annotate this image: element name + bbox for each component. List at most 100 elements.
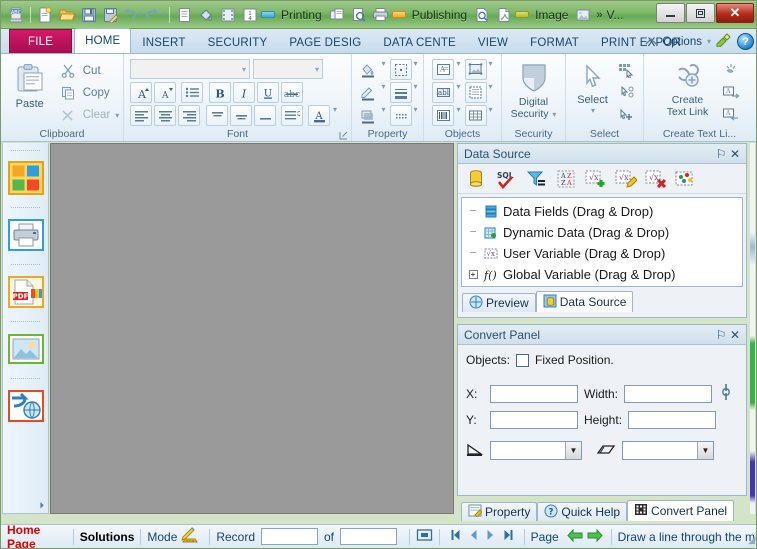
label-object-arrow[interactable]: ▾ xyxy=(456,82,460,103)
previous-text-box-button[interactable]: A xyxy=(720,104,742,125)
record-total-input[interactable] xyxy=(340,528,397,545)
record-input[interactable] xyxy=(261,528,318,545)
tab-home[interactable]: HOME xyxy=(74,28,131,53)
valign-middle-button[interactable] xyxy=(230,105,252,126)
texture-button[interactable] xyxy=(390,105,412,126)
pdf-preview-icon[interactable] xyxy=(472,5,492,25)
document-canvas[interactable] xyxy=(50,143,454,514)
fill-color-arrow[interactable]: ▾ xyxy=(381,59,385,80)
pen-color-button[interactable] xyxy=(357,82,379,103)
edit-variable-icon[interactable]: √x xyxy=(612,166,640,192)
barcode-object-arrow[interactable]: ▾ xyxy=(456,105,460,126)
fixed-position-checkbox[interactable] xyxy=(516,354,529,367)
status-home-page-link[interactable]: Home Page xyxy=(7,523,67,549)
line-weight-arrow[interactable]: ▾ xyxy=(414,82,418,103)
undo-dropdown-arrow[interactable]: ▾ xyxy=(139,10,143,19)
sidebar-item-image[interactable] xyxy=(3,325,48,375)
last-record-button[interactable] xyxy=(499,529,518,544)
border-style-button[interactable] xyxy=(390,59,412,80)
tab-preview[interactable]: Preview xyxy=(462,293,536,312)
sidebar-item-print[interactable] xyxy=(3,211,48,261)
align-right-button[interactable] xyxy=(178,105,200,126)
filter-icon[interactable] xyxy=(522,166,550,192)
chain-link-icon[interactable] xyxy=(720,381,732,406)
underline-button[interactable]: U xyxy=(257,82,279,103)
tree-item-global-variable[interactable]: + f() Global Variable (Drag & Drop) xyxy=(464,264,740,285)
options-dropdown-arrow[interactable]: ▾ xyxy=(707,37,711,46)
image-export-icon[interactable] xyxy=(573,5,593,25)
border-style-arrow[interactable]: ▾ xyxy=(414,59,418,80)
select-similar-button[interactable] xyxy=(616,83,638,104)
font-size-combo[interactable]: ▾ xyxy=(253,59,323,79)
page-next-icon[interactable] xyxy=(585,529,605,545)
options-menu-label[interactable]: Options xyxy=(662,36,702,48)
undo-icon[interactable]: ▾ xyxy=(123,5,143,25)
database-icon[interactable] xyxy=(462,166,490,192)
tab-quick-help[interactable]: ? Quick Help xyxy=(537,502,627,521)
image-object-button[interactable] xyxy=(465,59,487,80)
printer-icon[interactable] xyxy=(371,5,391,25)
select-objects-button[interactable] xyxy=(616,60,638,81)
valign-bottom-button[interactable] xyxy=(254,105,276,126)
tab-convert-panel[interactable]: Convert Panel xyxy=(627,500,734,521)
sidebar-item-web[interactable] xyxy=(3,382,48,432)
tab-page-design[interactable]: PAGE DESIG xyxy=(278,31,372,53)
data-source-close-icon[interactable]: ✕ xyxy=(728,147,742,161)
list-object-button[interactable] xyxy=(465,82,487,103)
cut-button[interactable]: Cut xyxy=(57,60,120,82)
redo-dropdown-arrow[interactable]: ▾ xyxy=(161,10,165,19)
line-weight-button[interactable] xyxy=(390,82,412,103)
help-button[interactable]: ? xyxy=(737,33,754,50)
font-color-button[interactable]: A xyxy=(308,105,330,126)
delete-variable-icon[interactable]: √x xyxy=(642,166,670,192)
image-object-arrow[interactable]: ▾ xyxy=(489,59,493,80)
sidebar-item-pdf[interactable]: PDF xyxy=(3,268,48,318)
align-left-button[interactable] xyxy=(130,105,152,126)
create-text-link-button[interactable]: CreateText Link xyxy=(658,58,718,118)
barcode-object-button[interactable] xyxy=(432,105,454,126)
height-input[interactable] xyxy=(628,411,716,429)
fit-page-icon[interactable] xyxy=(416,528,433,545)
open-folder-icon[interactable] xyxy=(57,5,77,25)
tab-insert[interactable]: INSERT xyxy=(131,31,196,53)
tab-security[interactable]: SECURITY xyxy=(197,31,279,53)
text-object-arrow[interactable]: ▾ xyxy=(456,59,460,80)
valign-top-button[interactable] xyxy=(206,105,228,126)
bullets-button[interactable] xyxy=(181,82,203,103)
next-text-box-button[interactable]: A xyxy=(720,82,742,103)
font-name-combo[interactable]: ▾ xyxy=(130,59,250,79)
font-dialog-launcher[interactable] xyxy=(339,131,348,140)
sort-az-icon[interactable]: A Z Z A xyxy=(552,166,580,192)
line-spacing-button[interactable] xyxy=(281,105,303,126)
collapse-ribbon-icon[interactable] xyxy=(644,35,658,49)
tab-data-source[interactable]: Data Source xyxy=(536,291,634,312)
first-record-button[interactable] xyxy=(446,529,465,544)
tab-file[interactable]: FILE xyxy=(9,29,72,53)
print-inspect-icon[interactable] xyxy=(349,5,369,25)
select-add-button[interactable] xyxy=(616,106,638,127)
skew-select[interactable]: ▼ xyxy=(622,441,714,460)
shrink-font-button[interactable]: A xyxy=(154,82,176,103)
digital-security-arrow[interactable]: ▾ xyxy=(552,110,556,119)
tree-expander-3[interactable]: + xyxy=(464,270,482,279)
filmstrip-icon[interactable] xyxy=(218,5,238,25)
strikethrough-button[interactable]: abc xyxy=(281,82,303,103)
digital-security-button[interactable]: DigitalSecurity ▾ xyxy=(505,58,563,121)
convert-panel-close-icon[interactable]: ✕ xyxy=(728,328,742,342)
x-input[interactable] xyxy=(490,385,578,403)
rotation-select[interactable]: ▼ xyxy=(490,441,582,460)
clear-dropdown-arrow[interactable]: ▾ xyxy=(115,111,119,120)
data-source-tree[interactable]: ┄ Data Fields (Drag & Drop) ┄ xyxy=(461,197,743,287)
copy-button[interactable]: Copy xyxy=(57,82,120,104)
maximize-button[interactable] xyxy=(686,3,715,23)
shadow-button[interactable] xyxy=(357,105,379,126)
paste-button[interactable]: Paste xyxy=(5,58,55,110)
status-solutions-link[interactable]: Solutions xyxy=(80,530,135,544)
convert-panel-pin-icon[interactable]: ⚐ xyxy=(714,328,728,342)
tab-data-center[interactable]: DATA CENTE xyxy=(372,31,467,53)
previous-record-button[interactable] xyxy=(465,529,482,544)
add-variable-icon[interactable]: √x xyxy=(582,166,610,192)
grow-font-button[interactable]: A xyxy=(130,82,152,103)
tree-item-dynamic-data[interactable]: ┄ Dynamic Data (Drag & Drop) xyxy=(464,222,740,243)
print-preview-icon[interactable] xyxy=(327,5,347,25)
